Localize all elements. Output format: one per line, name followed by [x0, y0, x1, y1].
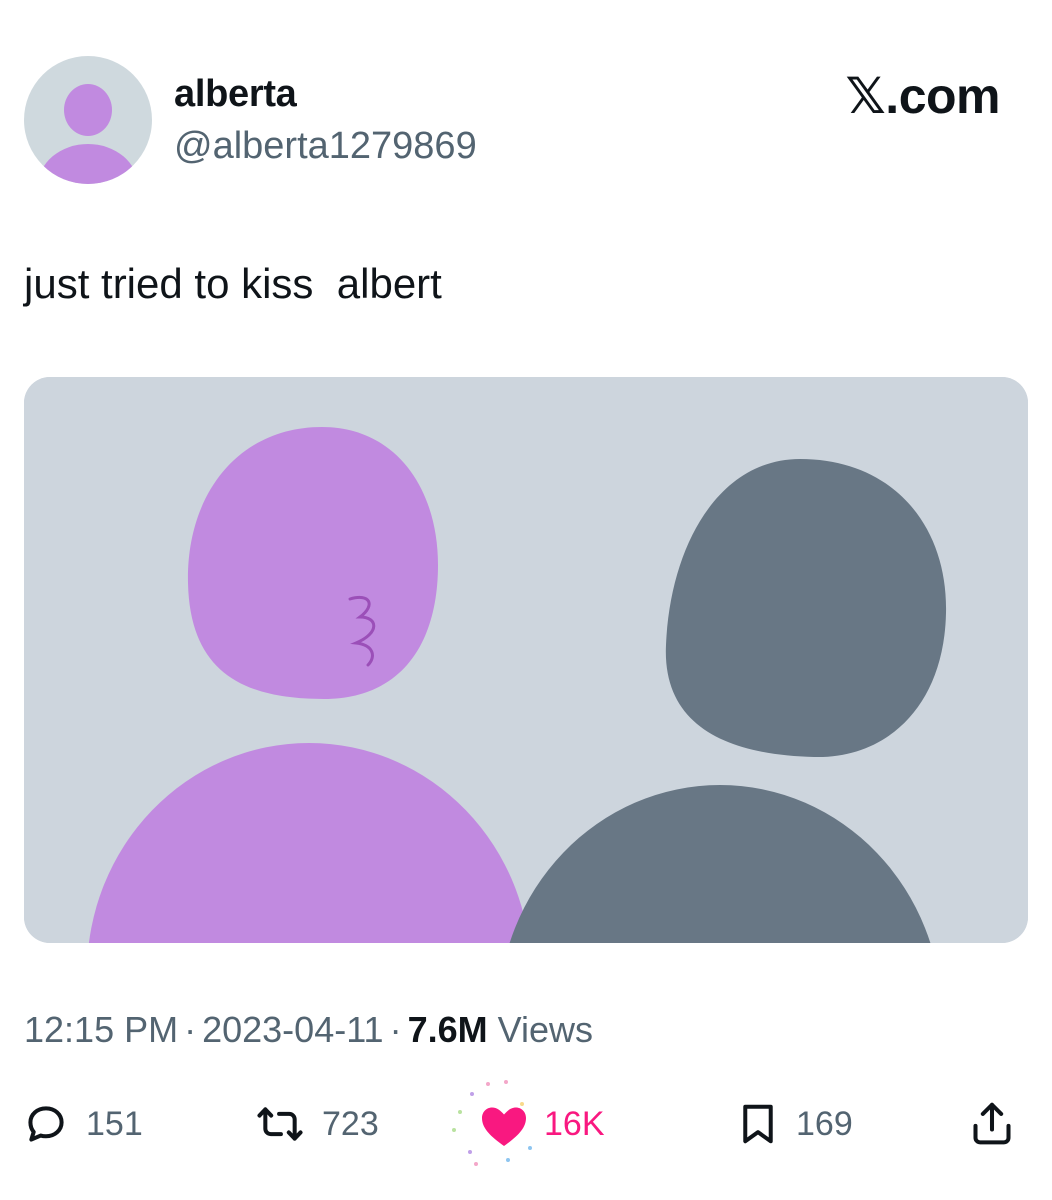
author-handle[interactable]: @alberta1279869 [174, 124, 477, 168]
brand-watermark: 𝕏.com [845, 68, 1001, 124]
views-count: 7.6M [407, 1009, 488, 1050]
author-display-name[interactable]: alberta [174, 72, 297, 116]
avatars-kiss-image [24, 377, 1028, 943]
reply-button[interactable]: 151 [24, 1096, 143, 1152]
bookmark-icon [738, 1102, 778, 1146]
reply-count: 151 [86, 1104, 143, 1143]
views-label: Views [497, 1009, 594, 1050]
tweet-media[interactable] [24, 377, 1028, 943]
share-icon [970, 1100, 1014, 1148]
tweet-text: just tried to kiss albert [24, 260, 442, 307]
like-count: 16K [544, 1104, 605, 1143]
meta-separator: · [184, 1009, 197, 1050]
heart-filled-icon [452, 1080, 532, 1166]
like-button[interactable]: 16K [452, 1080, 605, 1166]
tweet-time[interactable]: 12:15 PM [24, 1009, 178, 1050]
repost-button[interactable]: 723 [256, 1096, 379, 1152]
tweet-meta: 12:15 PM · 2023-04-11 · 7.6M Views [24, 1006, 593, 1054]
tweet-date[interactable]: 2023-04-11 [202, 1009, 383, 1050]
repost-count: 723 [322, 1104, 379, 1143]
repost-icon [256, 1102, 304, 1146]
share-button[interactable] [970, 1096, 1032, 1152]
reply-icon [24, 1102, 68, 1146]
bookmark-button[interactable]: 169 [738, 1096, 853, 1152]
bookmark-count: 169 [796, 1104, 853, 1143]
author-avatar[interactable] [24, 56, 152, 184]
default-avatar-icon [38, 84, 138, 184]
meta-separator: · [389, 1009, 402, 1050]
